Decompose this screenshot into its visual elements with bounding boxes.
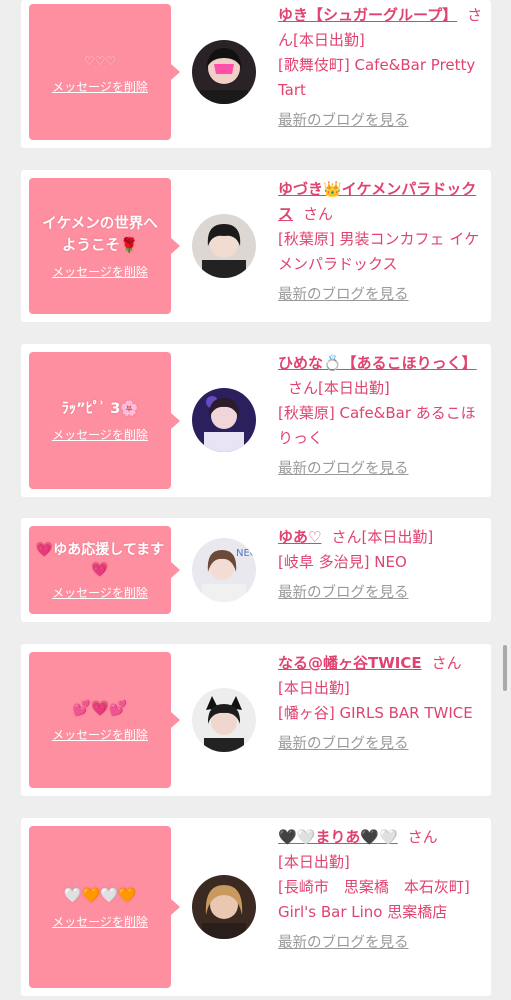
- profile-name-link[interactable]: ひめな💍【あるこほりっく】: [278, 354, 477, 372]
- favorite-card: ﾗｯ”ﾋﾟ ͗ 3🌸 メッセージを削除 ひめな💍【あるこほりっく】さん[本日出勤…: [21, 344, 491, 497]
- message-bubble: 💕💗💕 メッセージを削除: [29, 652, 180, 788]
- area-label: [幡ヶ谷]: [278, 704, 335, 722]
- message-bubble: 💗ゆあ応援してます💗 メッセージを削除: [29, 526, 180, 614]
- message-text: ♡♡♡: [83, 53, 117, 68]
- honorific: さん: [331, 528, 362, 546]
- delete-message-link[interactable]: メッセージを削除: [52, 426, 148, 443]
- honorific: さん: [431, 654, 462, 672]
- profile-name-link[interactable]: ゆき【シュガーグループ】: [278, 6, 457, 24]
- avatar[interactable]: [192, 875, 256, 939]
- profile-info: 🖤🤍まりあ🖤🤍 さん [本日出勤] [長崎市 思案橋 本石灰町] Girl's B…: [278, 825, 484, 956]
- delete-message-link[interactable]: メッセージを削除: [52, 913, 148, 930]
- honorific: さん: [407, 828, 438, 846]
- profile-name-link[interactable]: 🖤🤍まりあ🖤🤍: [278, 828, 398, 846]
- delete-message-link[interactable]: メッセージを削除: [52, 263, 148, 280]
- favorite-card: イケメンの世界へようこそ🌹 メッセージを削除 ゆづき👑イケメンパラドックス さん …: [21, 170, 491, 322]
- profile-info: なる@幡ヶ谷TWICE さん [本日出勤] [幡ヶ谷] GIRLS BAR TWI…: [278, 651, 484, 757]
- favorite-card: 💕💗💕 メッセージを削除 なる@幡ヶ谷TWICE さん [本日出勤] [幡ヶ谷] …: [21, 644, 491, 796]
- latest-blog-link[interactable]: 最新のブログを見る: [278, 732, 484, 757]
- avatar[interactable]: [192, 388, 256, 452]
- message-bubble: ﾗｯ”ﾋﾟ ͗ 3🌸 メッセージを削除: [29, 352, 180, 489]
- avatar[interactable]: [192, 688, 256, 752]
- profile-info: ゆづき👑イケメンパラドックス さん [秋葉原] 男装コンカフェ イケメンパラドック…: [278, 177, 484, 308]
- delete-message-link[interactable]: メッセージを削除: [52, 584, 148, 601]
- latest-blog-link[interactable]: 最新のブログを見る: [278, 109, 484, 134]
- honorific: さん: [303, 205, 334, 223]
- favorite-card: 🤍🧡🤍🧡 メッセージを削除 🖤🤍まりあ🖤🤍 さん [本日出勤] [長崎市 思案橋 …: [21, 818, 491, 996]
- latest-blog-link[interactable]: 最新のブログを見る: [278, 283, 484, 308]
- profile-name-link[interactable]: ゆあ♡: [278, 528, 321, 546]
- message-text: 🤍🧡🤍🧡: [63, 887, 137, 904]
- message-bubble: ♡♡♡ メッセージを削除: [29, 4, 180, 140]
- latest-blog-link[interactable]: 最新のブログを見る: [278, 457, 484, 482]
- scrollbar-thumb[interactable]: [503, 645, 507, 691]
- area-label: [岐阜 多治見]: [278, 553, 370, 571]
- message-text: ﾗｯ”ﾋﾟ ͗ 3🌸: [61, 401, 139, 417]
- area-label: [秋葉原]: [278, 230, 335, 248]
- delete-message-link[interactable]: メッセージを削除: [52, 726, 148, 743]
- working-today-tag: [本日出勤]: [293, 31, 365, 49]
- latest-blog-link[interactable]: 最新のブログを見る: [278, 931, 484, 956]
- favorite-card: 💗ゆあ応援してます💗 メッセージを削除 NEO ゆあ♡ さん[本日出勤] [岐阜 …: [21, 518, 491, 622]
- message-text: イケメンの世界へようこそ🌹: [42, 215, 158, 254]
- working-today-tag: [本日出勤]: [318, 379, 390, 397]
- shop-name: NEO: [374, 553, 407, 571]
- shop-name: GIRLS BAR TWICE: [339, 704, 473, 722]
- message-bubble: イケメンの世界へようこそ🌹 メッセージを削除: [29, 178, 180, 314]
- working-today-tag: [本日出勤]: [278, 853, 350, 871]
- svg-text:NEO: NEO: [236, 548, 256, 559]
- avatar[interactable]: [192, 40, 256, 104]
- latest-blog-link[interactable]: 最新のブログを見る: [278, 581, 484, 606]
- avatar[interactable]: [192, 214, 256, 278]
- message-text: 💗ゆあ応援してます💗: [35, 541, 165, 578]
- profile-info: ゆあ♡ さん[本日出勤] [岐阜 多治見] NEO 最新のブログを見る: [278, 525, 484, 606]
- profile-info: ひめな💍【あるこほりっく】さん[本日出勤] [秋葉原] Cafe&Bar あるこ…: [278, 351, 484, 482]
- profile-name-link[interactable]: なる@幡ヶ谷TWICE: [278, 654, 422, 672]
- profile-info: ゆき【シュガーグループ】 さん[本日出勤] [歌舞伎町] Cafe&Bar Pre…: [278, 3, 484, 134]
- message-text: 💕💗💕: [72, 700, 128, 717]
- area-label: [歌舞伎町]: [278, 56, 350, 74]
- shop-name: Girl's Bar Lino 思案橋店: [278, 903, 448, 921]
- area-label: [秋葉原]: [278, 404, 335, 422]
- favorite-card: ♡♡♡ メッセージを削除 ゆき【シュガーグループ】 さん[本日出勤] [歌舞伎町]…: [21, 0, 491, 148]
- message-bubble: 🤍🧡🤍🧡 メッセージを削除: [29, 826, 180, 988]
- delete-message-link[interactable]: メッセージを削除: [52, 78, 148, 95]
- working-today-tag: [本日出勤]: [361, 528, 434, 546]
- avatar[interactable]: NEO: [192, 538, 256, 602]
- working-today-tag: [本日出勤]: [278, 679, 350, 697]
- honorific: さん: [288, 379, 319, 397]
- area-label: [長崎市 思案橋 本石灰町]: [278, 878, 470, 896]
